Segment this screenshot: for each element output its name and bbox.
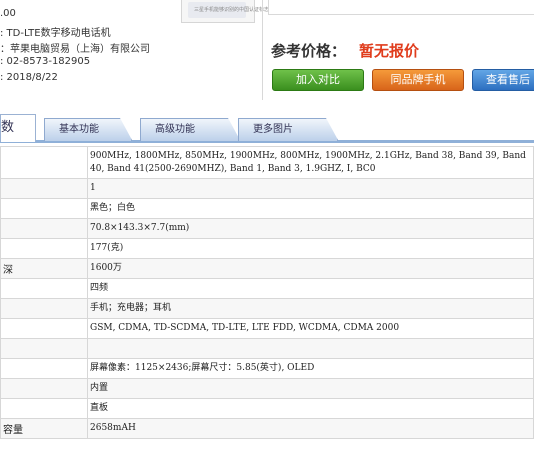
row-label bbox=[0, 178, 88, 199]
row-label bbox=[0, 398, 88, 419]
row-value bbox=[87, 338, 534, 359]
row-label bbox=[0, 298, 88, 319]
tab-bar: 数 基本功能 高级功能 更多图片 bbox=[0, 112, 534, 143]
tab-advanced-functions[interactable]: 高级功能 bbox=[140, 118, 240, 141]
tab-corner bbox=[120, 118, 132, 140]
tab-params[interactable]: 数 bbox=[0, 114, 36, 142]
price-value: 暂无报价 bbox=[359, 42, 420, 60]
row-value: 900MHz, 1800MHz, 850MHz, 1900MHz, 800MHz… bbox=[87, 146, 534, 179]
row-label bbox=[0, 318, 88, 339]
info-product-type: : TD-LTE数字移动电话机 bbox=[0, 28, 111, 39]
table-row: 177(克) bbox=[0, 238, 534, 259]
table-row: 黑色；白色 bbox=[0, 198, 534, 219]
info-date: : 2018/8/22 bbox=[0, 72, 58, 83]
row-value: 内置 bbox=[87, 378, 534, 399]
thumbnail-caption: 三星手机能够识别的中国认证标志 bbox=[194, 7, 270, 13]
row-value: 70.8×143.3×7.7(mm) bbox=[87, 218, 534, 239]
price-label: 参考价格： bbox=[271, 42, 347, 60]
row-label bbox=[0, 338, 88, 359]
row-value: 1 bbox=[87, 178, 534, 199]
after-sales-button[interactable]: 查看售后 bbox=[472, 69, 534, 91]
tab-corner bbox=[326, 118, 338, 140]
row-value: 四频 bbox=[87, 278, 534, 299]
table-row: 1 bbox=[0, 178, 534, 199]
tab-label: 基本功能 bbox=[59, 124, 99, 135]
row-label: 容量 bbox=[0, 418, 88, 439]
row-value: 手机；充电器；耳机 bbox=[87, 298, 534, 319]
tab-label: 高级功能 bbox=[155, 124, 195, 135]
table-row: 四频 bbox=[0, 278, 534, 299]
same-brand-button[interactable]: 同品牌手机 bbox=[372, 69, 464, 91]
row-value: 屏幕像素：1125×2436;屏幕尺寸：5.85(英寸), OLED bbox=[87, 358, 534, 379]
row-value: 177(克) bbox=[87, 238, 534, 259]
add-compare-button[interactable]: 加入对比 bbox=[272, 69, 364, 91]
tab-label: 数 bbox=[1, 120, 15, 135]
row-value: GSM, CDMA, TD-SCDMA, TD-LTE, LTE FDD, WC… bbox=[87, 318, 534, 339]
row-value: 1600万 bbox=[87, 258, 534, 279]
row-value: 直板 bbox=[87, 398, 534, 419]
table-row bbox=[0, 338, 534, 359]
row-label bbox=[0, 146, 88, 179]
price-box-frame bbox=[268, 0, 534, 15]
table-row: 手机；充电器；耳机 bbox=[0, 298, 534, 319]
row-label bbox=[0, 198, 88, 219]
tab-label: 更多图片 bbox=[253, 124, 293, 135]
row-label bbox=[0, 238, 88, 259]
product-header: .00 : TD-LTE数字移动电话机 ：苹果电脑贸易（上海）有限公司 : 02… bbox=[0, 0, 534, 100]
row-label bbox=[0, 358, 88, 379]
info-phone: : 02-8573-182905 bbox=[0, 56, 91, 67]
table-row: 900MHz, 1800MHz, 850MHz, 1900MHz, 800MHz… bbox=[0, 146, 534, 179]
row-label bbox=[0, 218, 88, 239]
info-line: .00 bbox=[0, 8, 16, 19]
info-applicant: ：苹果电脑贸易（上海）有限公司 bbox=[0, 44, 150, 55]
row-label: 深 bbox=[0, 258, 88, 279]
divider bbox=[262, 0, 263, 100]
table-row: 70.8×143.3×7.7(mm) bbox=[0, 218, 534, 239]
certificate-thumbnail[interactable]: 三星手机能够识别的中国认证标志 bbox=[181, 0, 269, 23]
row-value: 黑色；白色 bbox=[87, 198, 534, 219]
row-value: 2658mAH bbox=[87, 418, 534, 439]
tab-more-images[interactable]: 更多图片 bbox=[238, 118, 338, 141]
table-row: 容量 2658mAH bbox=[0, 418, 534, 439]
table-row: 直板 bbox=[0, 398, 534, 419]
row-label bbox=[0, 278, 88, 299]
table-row: 内置 bbox=[0, 378, 534, 399]
row-label bbox=[0, 378, 88, 399]
table-row: GSM, CDMA, TD-SCDMA, TD-LTE, LTE FDD, WC… bbox=[0, 318, 534, 339]
table-row: 屏幕像素：1125×2436;屏幕尺寸：5.85(英寸), OLED bbox=[0, 358, 534, 379]
table-row: 深 1600万 bbox=[0, 258, 534, 279]
tab-basic-functions[interactable]: 基本功能 bbox=[44, 118, 132, 141]
spec-table: 900MHz, 1800MHz, 850MHz, 1900MHz, 800MHz… bbox=[0, 146, 534, 439]
